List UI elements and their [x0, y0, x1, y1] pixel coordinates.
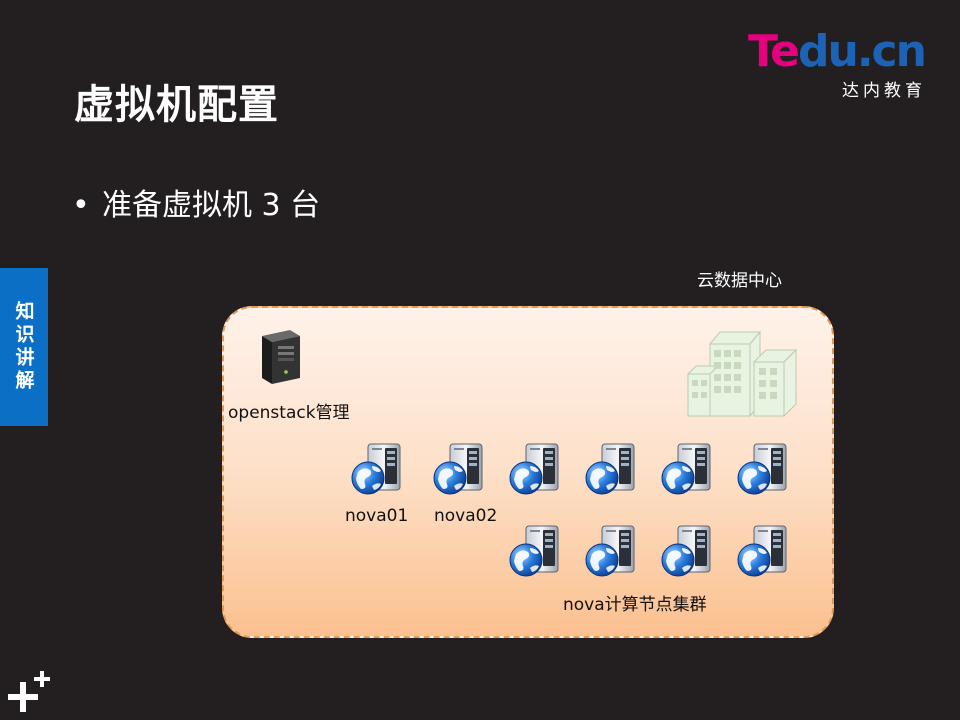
tedu-logo: Tedu.cn 达内教育 — [748, 26, 930, 102]
bullet-item: • 准备虚拟机 3 台 — [72, 180, 320, 224]
management-label: openstack管理 — [228, 403, 350, 423]
bullet-dot: • — [72, 188, 90, 223]
server-globe-icon — [736, 442, 794, 498]
server-globe-icon — [584, 524, 642, 580]
server-globe-icon — [432, 442, 490, 498]
side-tab-label: 知识讲解 — [12, 301, 35, 393]
datacenter-label: 云数据中心 — [697, 271, 782, 291]
tower-server-icon — [262, 330, 300, 384]
side-tab: 知识讲解 — [0, 268, 48, 426]
server-globe-icon — [508, 524, 566, 580]
server-globe-icon — [584, 442, 642, 498]
cluster-label: nova计算节点集群 — [563, 595, 707, 615]
server-globe-icon — [660, 442, 718, 498]
server-globe-icon — [350, 442, 408, 498]
slide-title: 虚拟机配置 — [74, 82, 279, 128]
server-globe-icon — [508, 442, 566, 498]
logo-wordmark-part1: Te — [748, 26, 800, 77]
logo-subtitle: 达内教育 — [842, 81, 926, 101]
bullet-text: 准备虚拟机 3 台 — [102, 188, 321, 223]
node-label-nova02: nova02 — [434, 506, 498, 526]
server-globe-icon — [660, 524, 718, 580]
node-label-nova01: nova01 — [345, 506, 409, 526]
plus-mark-icon — [8, 671, 50, 712]
logo-wordmark-part2: du.cn — [798, 26, 927, 77]
logo-wordmark: Tedu.cn — [748, 26, 927, 77]
building-icon — [686, 330, 798, 418]
server-globe-icon — [736, 524, 794, 580]
